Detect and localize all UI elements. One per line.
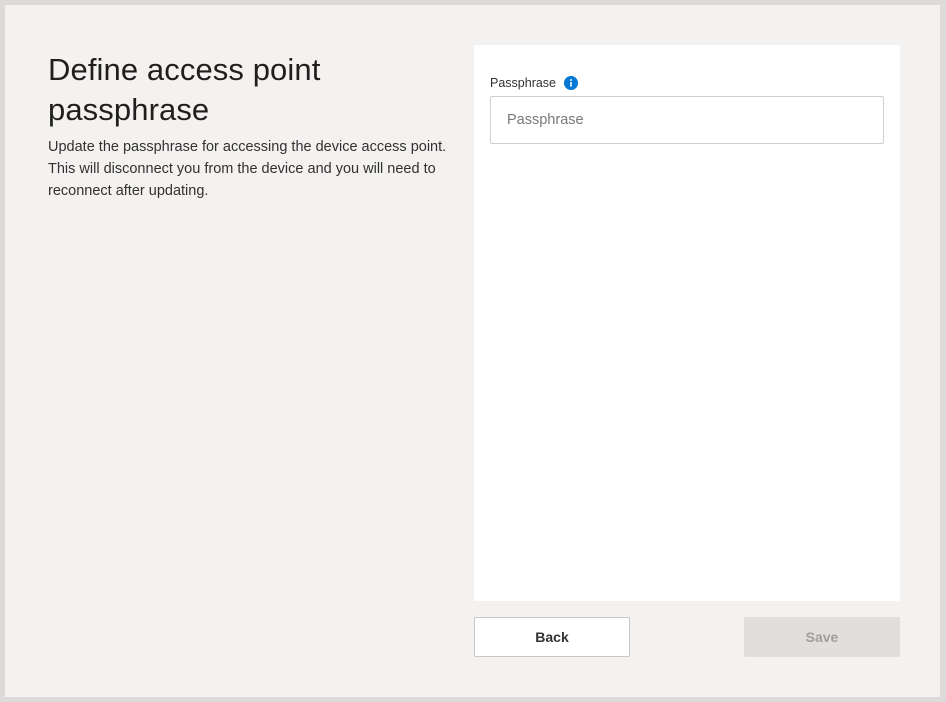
intro-section: Define access point passphrase Update th… xyxy=(48,50,448,202)
back-button[interactable]: Back xyxy=(474,617,630,657)
page-title: Define access point passphrase xyxy=(48,52,321,127)
passphrase-input[interactable] xyxy=(490,96,884,144)
form-card: Passphrase xyxy=(474,45,900,601)
passphrase-label: Passphrase xyxy=(490,76,557,90)
save-button[interactable]: Save xyxy=(744,617,900,657)
page-description: Update the passphrase for accessing the … xyxy=(48,139,447,199)
passphrase-label-row: Passphrase xyxy=(490,75,579,91)
info-icon-glyph xyxy=(564,76,579,90)
app-frame: Define access point passphrase Update th… xyxy=(5,5,940,697)
info-icon[interactable] xyxy=(564,76,579,90)
